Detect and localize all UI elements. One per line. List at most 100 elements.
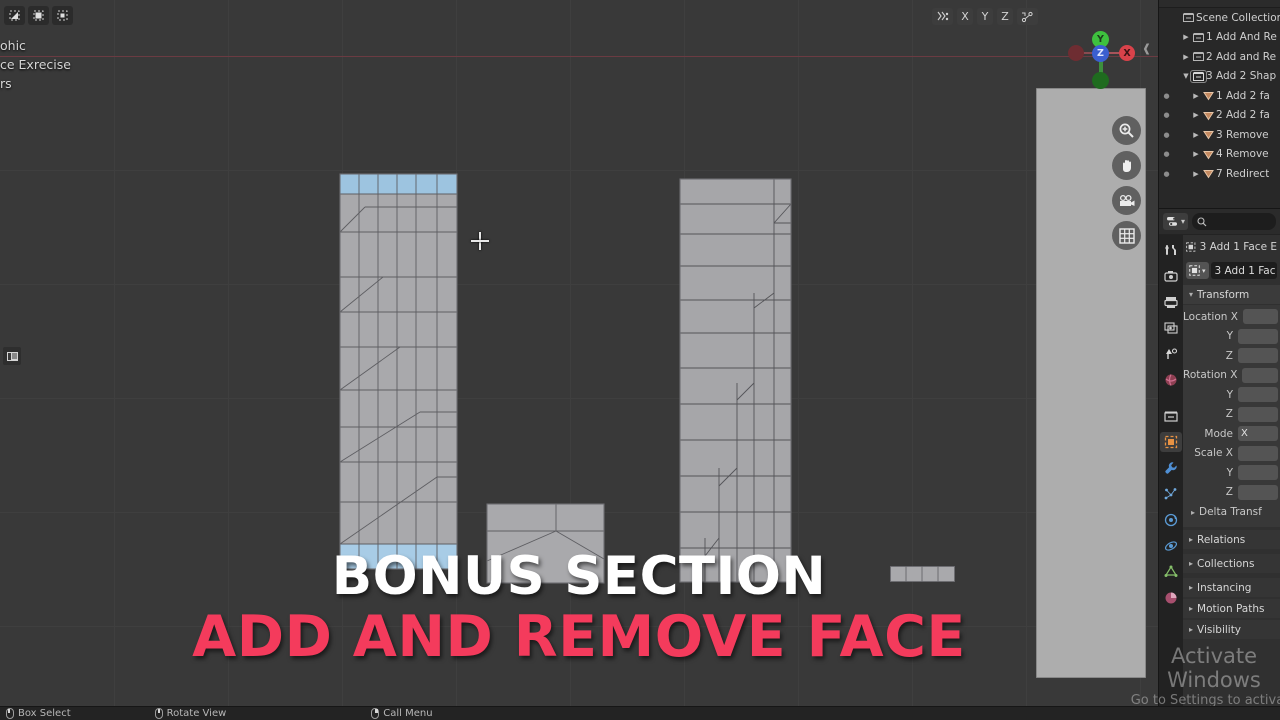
outliner-row[interactable]: ▶ 2 Add and Re [1159, 47, 1280, 67]
transform-panel-header[interactable]: ▾ Transform [1183, 285, 1280, 304]
grid-icon[interactable] [1112, 221, 1141, 250]
twisty-icon[interactable]: ▶ [1191, 131, 1201, 139]
panel-collapse-arrow-icon[interactable]: ❰ [1142, 42, 1151, 55]
field-scale-y[interactable]: Y [1183, 463, 1280, 483]
3d-viewport[interactable]: ohic ce Exrecise rs X Y Z ❰ Y Z X BONUS … [0, 0, 1158, 706]
field-location-y[interactable]: Y [1183, 327, 1280, 347]
mesh-tall-box-right[interactable] [679, 178, 793, 584]
field-value[interactable]: X [1238, 426, 1278, 442]
object-data-tab[interactable] [1160, 562, 1182, 582]
view-layer-tab[interactable] [1160, 318, 1182, 338]
pan-hand-icon[interactable] [1112, 151, 1141, 180]
outliner-row[interactable]: ● ▶ 2 Add 2 fa [1159, 106, 1280, 126]
outliner-row[interactable]: ● ▶ 4 Remove [1159, 145, 1280, 165]
collections-panel-header[interactable]: ▸ Collections [1183, 554, 1280, 573]
twisty-icon[interactable]: ▶ [1181, 33, 1191, 41]
scene-tab[interactable] [1160, 344, 1182, 364]
outliner-row[interactable]: ● ▶ 7 Redirect [1159, 164, 1280, 184]
field-value[interactable] [1238, 465, 1278, 481]
field-value[interactable] [1242, 367, 1278, 383]
field-rotation-x[interactable]: Rotation X [1183, 366, 1280, 386]
zoom-icon[interactable] [1112, 116, 1141, 145]
field-value[interactable] [1238, 484, 1278, 500]
axis-x-button[interactable]: X [957, 8, 973, 25]
snap-icon[interactable] [932, 8, 953, 25]
object-tab[interactable] [1160, 432, 1182, 452]
world-tab[interactable] [1160, 370, 1182, 390]
vertex-select-mode-icon[interactable] [4, 6, 25, 25]
field-value[interactable] [1238, 348, 1278, 364]
title-line-2: ADD AND REMOVE FACE [192, 604, 966, 670]
outliner-row[interactable]: ▶ 1 Add And Re [1159, 28, 1280, 48]
particles-tab[interactable] [1160, 484, 1182, 504]
object-name-field[interactable]: 3 Add 1 Fac [1210, 262, 1277, 279]
gizmo-axis-z[interactable]: Z [1092, 45, 1109, 62]
field-location-x[interactable]: Location X [1183, 307, 1280, 327]
field-value[interactable] [1242, 309, 1278, 325]
axis-z-button[interactable]: Z [997, 8, 1013, 25]
delta-transform-subpanel[interactable]: ▸ Delta Transf [1183, 502, 1280, 522]
select-mode-buttons[interactable] [4, 6, 73, 25]
outliner-row-scene-collection[interactable]: Scene Collection [1159, 8, 1280, 28]
toolbar-icon[interactable] [3, 347, 21, 365]
object-id-row[interactable]: ▾ 3 Add 1 Fac [1186, 262, 1277, 279]
field-value[interactable] [1238, 445, 1278, 461]
twisty-icon[interactable]: ▶ [1191, 111, 1201, 119]
visibility-dot-icon[interactable]: ● [1162, 131, 1171, 139]
outliner-row-active[interactable]: ▼ 3 Add 2 Shap [1159, 67, 1280, 87]
visibility-dot-icon[interactable]: ● [1162, 170, 1171, 178]
properties-tab-column[interactable] [1159, 235, 1183, 707]
twisty-icon[interactable]: ▶ [1191, 92, 1201, 100]
navigation-gizmo[interactable]: Y Z X [1068, 22, 1135, 89]
modifier-tab[interactable] [1160, 458, 1182, 478]
field-scale-x[interactable]: Scale X [1183, 444, 1280, 464]
mesh-flat-strip[interactable] [890, 566, 955, 582]
tool-tab[interactable] [1160, 240, 1182, 260]
field-value[interactable] [1238, 406, 1278, 422]
field-rotation-z[interactable]: Z [1183, 405, 1280, 425]
mesh-small-box[interactable] [486, 503, 606, 585]
search-input[interactable] [1192, 213, 1276, 230]
object-browse-button[interactable]: ▾ [1186, 262, 1209, 279]
collection-tab[interactable] [1160, 406, 1182, 426]
field-location-z[interactable]: Z [1183, 346, 1280, 366]
visibility-dot-icon[interactable]: ● [1162, 111, 1171, 119]
output-tab[interactable] [1160, 292, 1182, 312]
twisty-icon[interactable]: ▼ [1181, 72, 1191, 80]
twisty-icon[interactable]: ▶ [1191, 150, 1201, 158]
outliner-row[interactable]: ● ▶ 1 Add 2 fa [1159, 86, 1280, 106]
twisty-icon[interactable]: ▶ [1181, 53, 1191, 61]
instancing-panel-header[interactable]: ▸ Instancing [1183, 578, 1280, 597]
field-rotation-mode[interactable]: Mode X [1183, 424, 1280, 444]
axis-y-button[interactable]: Y [977, 8, 993, 25]
transform-orientation-icon[interactable] [1017, 8, 1038, 25]
gizmo-axis-x[interactable]: X [1119, 45, 1135, 61]
viewport-nav-buttons[interactable] [1112, 116, 1141, 250]
motion-paths-panel-header[interactable]: ▸ Motion Paths [1183, 599, 1280, 618]
editor-type-selector[interactable]: ▾ [1163, 213, 1189, 230]
gizmo-axis-neg-y[interactable] [1092, 72, 1109, 89]
mouse-right-icon [371, 708, 380, 719]
field-value[interactable] [1238, 387, 1278, 403]
visibility-dot-icon[interactable]: ● [1162, 150, 1171, 158]
edge-select-mode-icon[interactable] [28, 6, 49, 25]
field-scale-z[interactable]: Z [1183, 483, 1280, 503]
outliner-row[interactable]: ● ▶ 3 Remove [1159, 125, 1280, 145]
gizmo-axis-neg-x[interactable] [1068, 45, 1084, 61]
outliner-editor[interactable]: Scene Collection ▶ 1 Add And Re ▶ 2 Add … [1158, 0, 1280, 208]
material-tab[interactable] [1160, 588, 1182, 608]
render-tab[interactable] [1160, 266, 1182, 286]
visibility-panel-header[interactable]: ▸ Visibility [1183, 620, 1280, 639]
field-value[interactable] [1238, 328, 1278, 344]
camera-icon[interactable] [1112, 186, 1141, 215]
constraints-tab[interactable] [1160, 536, 1182, 556]
twisty-icon[interactable]: ▶ [1191, 170, 1201, 178]
mesh-tall-box-left[interactable] [338, 172, 460, 572]
viewport-header-right[interactable]: X Y Z [932, 8, 1038, 25]
relations-panel-header[interactable]: ▸ Relations [1183, 530, 1280, 549]
physics-tab[interactable] [1160, 510, 1182, 530]
field-rotation-y[interactable]: Y [1183, 385, 1280, 405]
face-select-mode-icon[interactable] [52, 6, 73, 25]
properties-editor[interactable]: ▾ 3 Add 1 Face E ▾ 3 Add 1 Fac ▾ Transfo… [1158, 208, 1280, 707]
visibility-dot-icon[interactable]: ● [1162, 92, 1171, 100]
